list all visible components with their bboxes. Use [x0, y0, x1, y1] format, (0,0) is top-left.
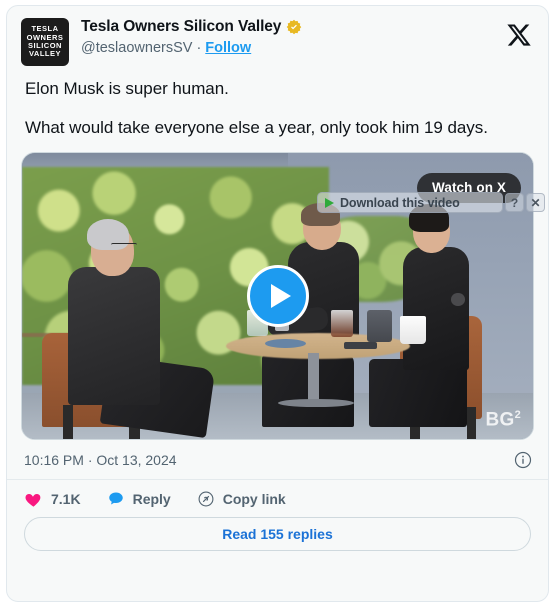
- tweet-paragraph-2: What would take everyone else a year, on…: [25, 117, 488, 137]
- watermark-superscript: 2: [514, 408, 521, 421]
- help-button[interactable]: ?: [505, 193, 524, 212]
- download-video-overlay: Download this video ? ✕: [317, 192, 545, 213]
- tweet-actions: 7.1K Reply Copy link: [7, 480, 548, 517]
- close-icon[interactable]: ✕: [526, 193, 545, 212]
- tweet-text: Elon Musk is super human. What would tak…: [7, 68, 548, 140]
- tweet-meta-row: 10:16 PM · Oct 13, 2024: [7, 440, 548, 480]
- avatar[interactable]: TESLA OWNERS SILICON VALLEY: [21, 18, 69, 66]
- watermark-text: BG: [485, 408, 515, 430]
- timestamp: 10:16 PM · Oct 13, 2024: [24, 451, 177, 468]
- verified-gold-badge-icon: [286, 19, 302, 35]
- like-count: 7.1K: [51, 490, 81, 507]
- download-label: Download this video: [340, 195, 460, 210]
- follow-link[interactable]: Follow: [205, 41, 251, 56]
- play-triangle-icon: [270, 283, 291, 308]
- like-button[interactable]: 7.1K: [24, 490, 81, 508]
- separator: ·: [196, 40, 202, 56]
- play-button[interactable]: [246, 264, 309, 327]
- handle[interactable]: @teslaownersSV: [81, 41, 192, 56]
- speech-bubble-icon: [107, 490, 125, 508]
- reply-label: Reply: [132, 490, 171, 507]
- copy-link-label: Copy link: [222, 490, 286, 507]
- heart-icon: [24, 490, 43, 508]
- info-circle-icon[interactable]: [514, 451, 532, 469]
- x-logo-icon[interactable]: [506, 22, 532, 48]
- bg2-watermark: BG2: [485, 409, 521, 431]
- read-replies-button[interactable]: Read 155 replies: [24, 516, 531, 551]
- download-this-video-button[interactable]: Download this video: [317, 192, 503, 213]
- tweet-header: TESLA OWNERS SILICON VALLEY Tesla Owners…: [7, 6, 548, 68]
- reply-button[interactable]: Reply: [107, 490, 171, 508]
- name-row: Tesla Owners Silicon Valley: [81, 19, 506, 35]
- display-name[interactable]: Tesla Owners Silicon Valley: [81, 19, 281, 35]
- copy-link-button[interactable]: Copy link: [197, 490, 286, 508]
- tweet-card: TESLA OWNERS SILICON VALLEY Tesla Owners…: [6, 5, 549, 602]
- user-info: Tesla Owners Silicon Valley @teslaowners…: [81, 18, 506, 56]
- tweet-paragraph-1: Elon Musk is super human.: [25, 79, 229, 98]
- link-icon: [197, 490, 215, 508]
- avatar-line-4: VALLEY: [28, 49, 62, 59]
- green-play-triangle-icon: [325, 197, 334, 208]
- handle-row: @teslaownersSV · Follow: [81, 41, 506, 56]
